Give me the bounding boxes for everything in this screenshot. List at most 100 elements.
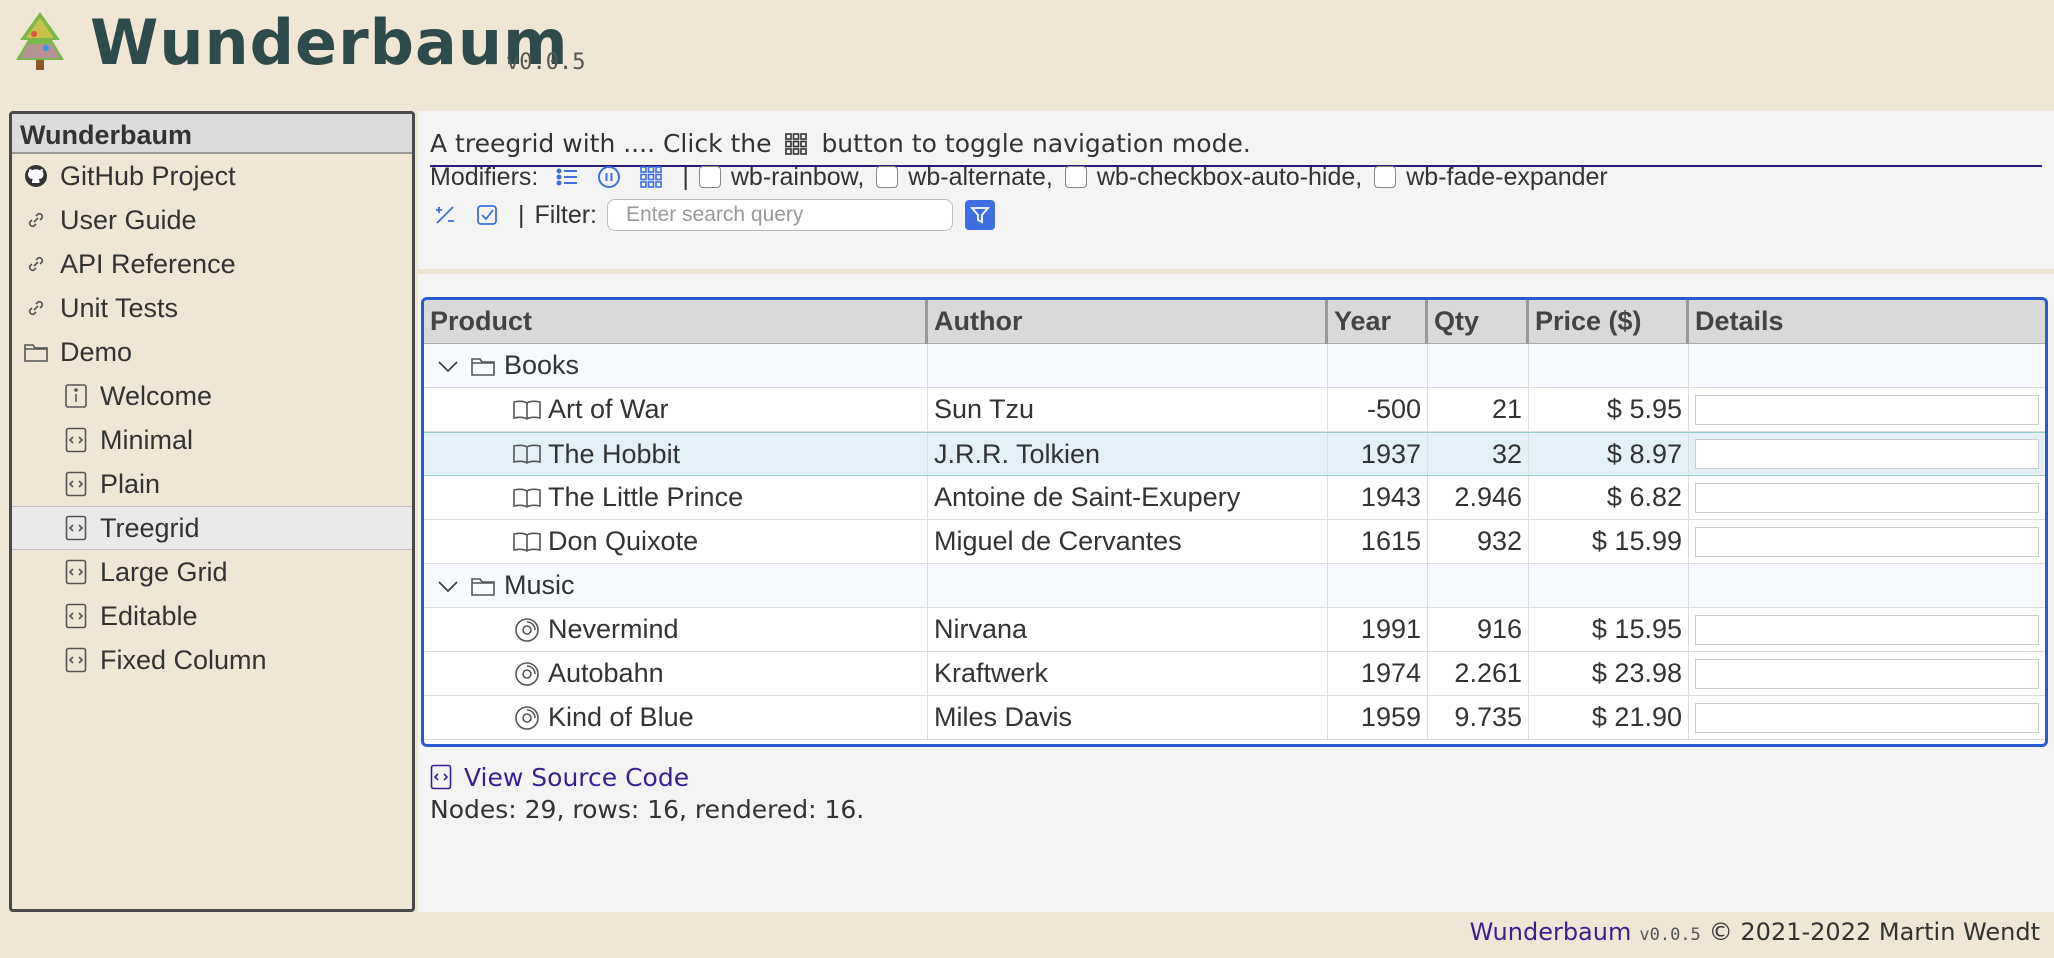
product-cell: The Hobbit: [424, 433, 928, 475]
column-header-qty[interactable]: Qty: [1428, 300, 1529, 344]
price-cell: [1529, 344, 1689, 387]
folder-icon: [468, 351, 498, 381]
divider: [418, 269, 2054, 274]
column-header-product[interactable]: Product: [424, 300, 928, 344]
intro-before: A treegrid with .... Click the: [430, 129, 772, 158]
sidebar-item-plain[interactable]: Plain: [12, 462, 412, 506]
sidebar-item-treegrid[interactable]: Treegrid: [12, 506, 412, 550]
view-source-link[interactable]: View Source Code: [430, 763, 689, 792]
sidebar-item-user-guide[interactable]: User Guide: [12, 198, 412, 242]
year-cell: 1991: [1328, 608, 1428, 651]
sidebar-item-label: Large Grid: [100, 556, 228, 587]
product-title: Music: [504, 570, 575, 600]
details-cell: [1689, 344, 2045, 387]
price-cell: [1529, 564, 1689, 607]
qty-cell: 2.946: [1428, 476, 1529, 519]
sidebar-item-fixed-column[interactable]: Fixed Column: [12, 638, 412, 682]
footer-brand-link[interactable]: Wunderbaum: [1470, 918, 1632, 946]
product-cell: Nevermind: [424, 608, 928, 651]
qty-cell: 916: [1428, 608, 1529, 651]
details-cell: [1689, 564, 2045, 607]
main-panel: A treegrid with .... Click the button to…: [418, 111, 2054, 912]
table-row[interactable]: Art of War Sun Tzu -500 21 $ 5.95: [424, 388, 2045, 432]
filter-icon[interactable]: [965, 200, 995, 230]
column-header-year[interactable]: Year: [1328, 300, 1428, 344]
table-row[interactable]: The Hobbit J.R.R. Tolkien 1937 32 $ 8.97: [424, 432, 2045, 476]
code-file-icon: [62, 514, 90, 542]
product-title: Nevermind: [548, 614, 679, 644]
details-input[interactable]: [1695, 482, 2039, 513]
table-row[interactable]: Nevermind Nirvana 1991 916 $ 15.95: [424, 608, 2045, 652]
details-cell: [1689, 433, 2045, 475]
table-row[interactable]: Kind of Blue Miles Davis 1959 9.735 $ 21.90: [424, 696, 2045, 740]
details-input[interactable]: [1695, 614, 2039, 645]
sidebar-item-label: Treegrid: [100, 512, 200, 543]
column-header-details[interactable]: Details: [1689, 300, 2045, 344]
table-row[interactable]: The Little Prince Antoine de Saint-Exuper…: [424, 476, 2045, 520]
product-cell: Books: [424, 344, 928, 387]
table-row[interactable]: Don Quixote Miguel de Cervantes 1615 932 $ 1…: [424, 520, 2045, 564]
column-header-author[interactable]: Author: [928, 300, 1328, 344]
sidebar-item-label: Plain: [100, 468, 161, 499]
qty-cell: 32: [1428, 433, 1529, 475]
details-cell: [1689, 652, 2045, 695]
details-input[interactable]: [1695, 439, 2039, 469]
treegrid[interactable]: Product Author Year Qty Price ($) Details Boo…: [421, 297, 2048, 747]
folder-icon: [468, 571, 498, 601]
stats-text: Nodes: 29, rows: 16, rendered: 16.: [430, 795, 865, 824]
list-icon[interactable]: [552, 162, 582, 192]
grid-nav-icon[interactable]: [636, 162, 666, 192]
details-input[interactable]: [1695, 394, 2039, 425]
footer: Wunderbaum v0.0.5 © 2021-2022 Martin Wen…: [1470, 918, 2040, 946]
sidebar-item-demo[interactable]: Demo: [12, 330, 412, 374]
details-input[interactable]: [1695, 702, 2039, 733]
price-cell: $ 21.90: [1529, 696, 1689, 739]
sidebar-item-unit-tests[interactable]: Unit Tests: [12, 286, 412, 330]
link-icon: [22, 206, 50, 234]
folder-row[interactable]: Books: [424, 344, 2045, 388]
filter-row: | Filter:: [430, 197, 995, 233]
sidebar-item-large-grid[interactable]: Large Grid: [12, 550, 412, 594]
modifier-checkbox[interactable]: [876, 166, 899, 188]
sidebar-item-label: Fixed Column: [100, 644, 267, 675]
author-cell: [928, 564, 1328, 607]
table-row[interactable]: Autobahn Kraftwerk 1974 2.261 $ 23.98: [424, 652, 2045, 696]
qty-cell: 9.735: [1428, 696, 1529, 739]
qty-cell: [1428, 564, 1529, 607]
product-title: Books: [504, 350, 580, 380]
folder-row[interactable]: Music: [424, 564, 2045, 608]
sidebar-item-welcome[interactable]: Welcome: [12, 374, 412, 418]
details-input[interactable]: [1695, 526, 2039, 557]
column-header-price[interactable]: Price ($): [1529, 300, 1689, 344]
sidebar-item-github-project[interactable]: GitHub Project: [12, 154, 412, 198]
year-cell: 1974: [1328, 652, 1428, 695]
search-input[interactable]: [607, 199, 953, 231]
book-icon: [512, 439, 542, 469]
view-source-label: View Source Code: [464, 763, 690, 792]
tree-logo-icon: [14, 10, 66, 74]
details-cell: [1689, 520, 2045, 563]
year-cell: -500: [1328, 388, 1428, 431]
chevron-down-icon[interactable]: [434, 571, 462, 601]
sidebar-item-api-reference[interactable]: API Reference: [12, 242, 412, 286]
price-cell: $ 8.97: [1529, 433, 1689, 475]
sidebar-item-editable[interactable]: Editable: [12, 594, 412, 638]
expand-collapse-icon[interactable]: [430, 200, 460, 230]
price-cell: $ 23.98: [1529, 652, 1689, 695]
modifier-checkbox[interactable]: [1064, 166, 1087, 188]
details-input[interactable]: [1695, 658, 2039, 689]
chevron-down-icon[interactable]: [434, 351, 462, 381]
folder-icon: [22, 338, 50, 366]
year-cell: 1943: [1328, 476, 1428, 519]
sidebar-nav: Wunderbaum GitHub Project User Guide API R…: [9, 111, 415, 912]
year-cell: 1615: [1328, 520, 1428, 563]
details-cell: [1689, 476, 2045, 519]
sidebar-item-label: Editable: [100, 600, 198, 631]
book-icon: [512, 395, 542, 425]
pause-icon[interactable]: [594, 162, 624, 192]
modifier-checkbox[interactable]: [1374, 166, 1397, 188]
github-icon: [22, 162, 50, 190]
checkbox-toggle-icon[interactable]: [472, 200, 502, 230]
sidebar-item-minimal[interactable]: Minimal: [12, 418, 412, 462]
modifier-checkbox[interactable]: [698, 166, 721, 188]
